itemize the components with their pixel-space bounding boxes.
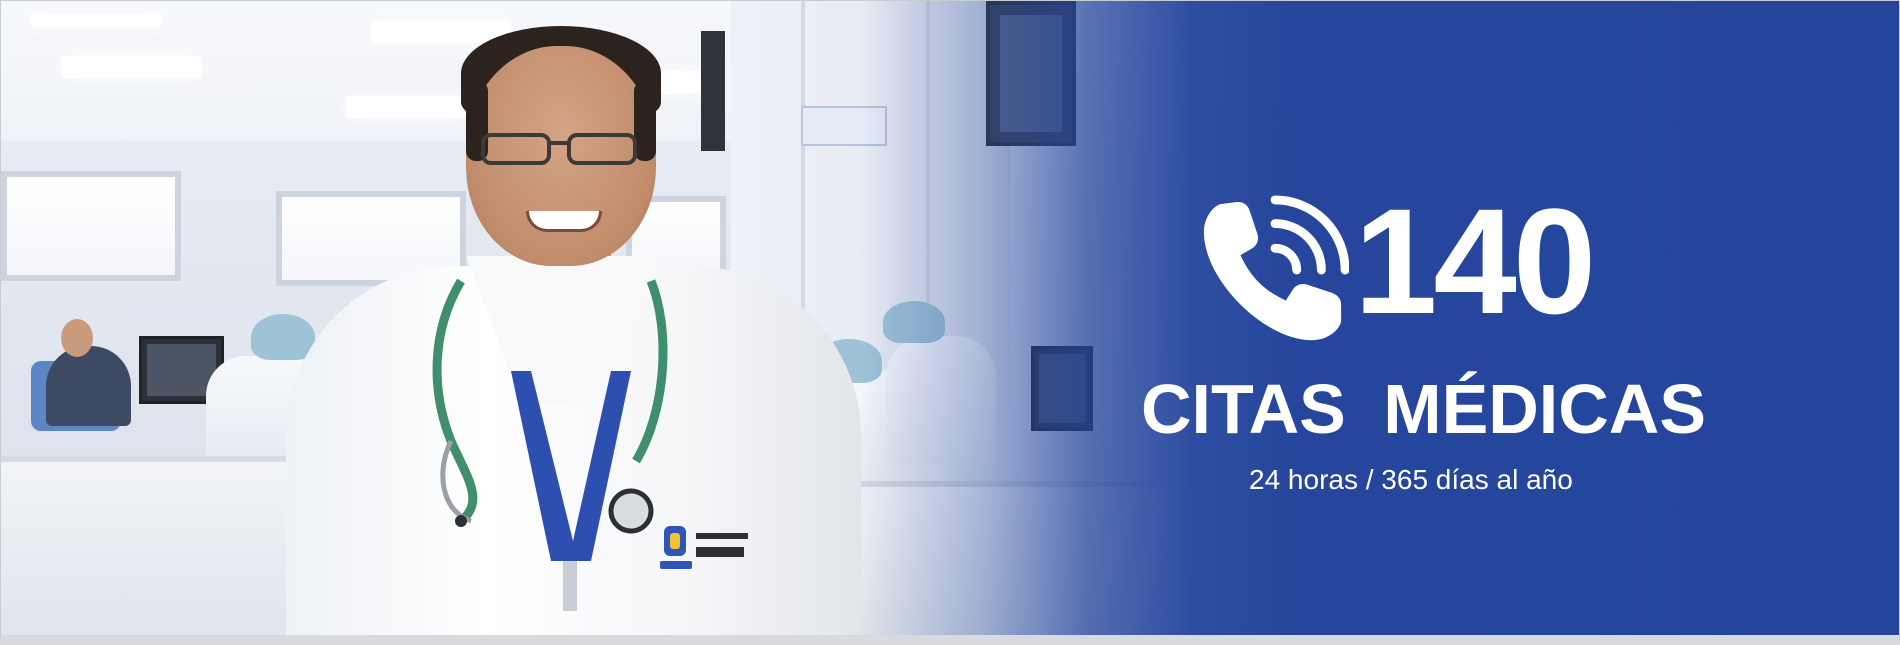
patient-figure [46,346,131,426]
doctor-smile [526,211,602,232]
banner-subtitle: 24 horas / 365 días al año [1249,464,1573,495]
hospital-logo-icon [660,526,748,569]
reception-desk [1,456,301,635]
window [1,171,181,281]
nurse-cap [251,314,315,360]
patient-head [61,319,93,357]
phone-icon [1203,195,1349,341]
hotline-number: 140 [1354,177,1596,345]
glasses-icon [481,133,637,165]
lanyard-icon [511,371,631,611]
wall-panel [701,31,725,151]
hero-banner: 140 CITAS MÉDICAS 24 horas / 365 días al… [0,0,1900,645]
banner-title: CITAS MÉDICAS [1141,370,1707,448]
